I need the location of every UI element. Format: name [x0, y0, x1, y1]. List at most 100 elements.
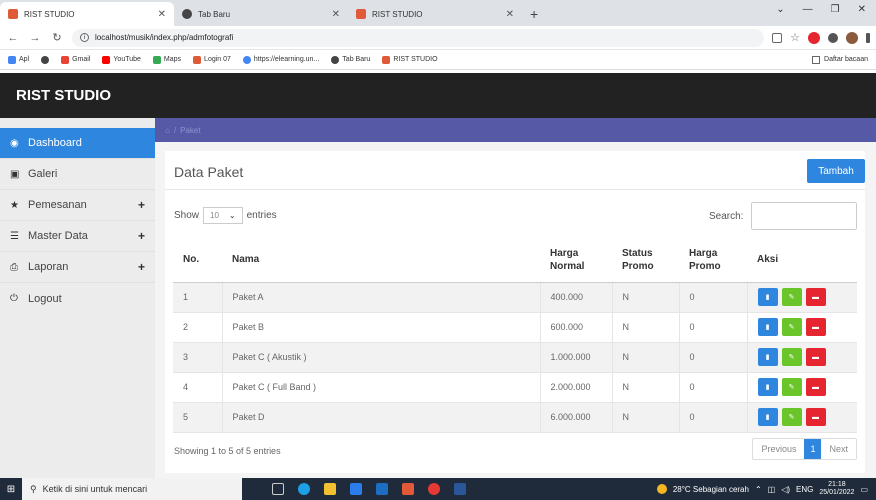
task-view-icon[interactable] [272, 483, 284, 495]
bookmark-login[interactable]: Login 07 [193, 55, 231, 64]
browser-tab-3[interactable]: RIST STUDIO ✕ [348, 2, 522, 26]
sidebar-item-master-data[interactable]: ☰ Master Data + [0, 221, 155, 252]
delete-button[interactable]: ▬ [805, 408, 826, 426]
next-button[interactable]: Next [821, 439, 856, 459]
edit-icon: ✎ [788, 354, 795, 361]
home-icon[interactable]: ⌂ [165, 126, 170, 135]
browser-tab-1[interactable]: RIST STUDIO ✕ [0, 2, 174, 26]
column-header-aksi[interactable]: Aksi [747, 238, 857, 283]
delete-button[interactable]: ▬ [805, 348, 826, 366]
column-header-no[interactable]: No. [173, 238, 222, 283]
profile-avatar-icon[interactable] [846, 31, 858, 44]
back-icon[interactable]: ← [6, 32, 20, 44]
edit-button[interactable]: ✎ [781, 408, 802, 426]
edit-icon: ✎ [788, 294, 795, 301]
delete-button[interactable]: ▬ [805, 378, 826, 396]
star-icon: ★ [10, 199, 19, 211]
close-tab-icon[interactable]: ✕ [506, 9, 514, 20]
column-header-nama[interactable]: Nama [222, 238, 540, 283]
edit-button[interactable]: ✎ [781, 348, 802, 366]
power-icon: ⏻ [10, 293, 18, 304]
menu-icon[interactable] [866, 32, 870, 43]
bookmark-tab-baru[interactable]: Tab Baru [331, 55, 370, 64]
chrome-icon[interactable] [428, 483, 440, 495]
xampp-icon[interactable] [402, 483, 414, 495]
sidebar-item-pemesanan[interactable]: ★ Pemesanan + [0, 190, 155, 221]
view-button[interactable]: ▮ [757, 318, 778, 336]
bookmark-gmail[interactable]: Gmail [61, 55, 90, 64]
reading-list[interactable]: Daftar bacaan [812, 55, 868, 64]
delete-button[interactable]: ▬ [805, 288, 826, 306]
bookmark-maps[interactable]: Maps [152, 55, 181, 64]
previous-button[interactable]: Previous [753, 439, 804, 459]
tab-title: RIST STUDIO [372, 9, 423, 19]
delete-button[interactable]: ▬ [805, 318, 826, 336]
reload-icon[interactable]: ↻ [50, 31, 64, 44]
browser-tab-strip: RIST STUDIO ✕ Tab Baru ✕ RIST STUDIO ✕ +… [0, 0, 876, 26]
add-button[interactable]: Tambah [807, 159, 865, 183]
browser-tab-2[interactable]: Tab Baru ✕ [174, 2, 348, 26]
extension-icon[interactable] [808, 31, 820, 44]
view-button[interactable]: ▮ [757, 288, 778, 306]
forward-icon[interactable]: → [28, 32, 42, 44]
close-window-icon[interactable]: ✕ [858, 4, 866, 15]
window-controls: ⌄ — ❐ ✕ [776, 4, 876, 15]
volume-icon[interactable]: ◁) [781, 485, 790, 494]
column-header-harga-promo[interactable]: Harga Promo [679, 238, 747, 283]
word-icon[interactable] [454, 483, 466, 495]
view-button[interactable]: ▮ [757, 378, 778, 396]
sidebar-item-laporan[interactable]: ⎙ Laporan + [0, 252, 155, 283]
page-1-button[interactable]: 1 [804, 439, 822, 459]
edit-button[interactable]: ✎ [781, 318, 802, 336]
taskbar-search[interactable]: ⚲ Ketik di sini untuk mencari [22, 478, 242, 500]
view-button[interactable]: ▮ [757, 408, 778, 426]
new-tab-button[interactable]: + [522, 6, 546, 26]
url-field[interactable]: i localhost/musik/index.php/admfotografi [72, 28, 765, 47]
column-header-harga-normal[interactable]: Harga Normal [540, 238, 612, 283]
column-header-status-promo[interactable]: Status Promo [612, 238, 679, 283]
entries-length-control: Show 10 ⌄ entries [174, 207, 277, 224]
entries-select[interactable]: 10 ⌄ [203, 207, 243, 224]
windows-start-icon[interactable]: ⊞ [0, 478, 22, 500]
close-tab-icon[interactable]: ✕ [332, 9, 340, 20]
puzzle-icon[interactable] [828, 32, 838, 43]
bookmark-youtube[interactable]: YouTube [102, 55, 141, 64]
weather-text[interactable]: 28°C Sebagian cerah [673, 485, 749, 494]
minimize-icon[interactable]: — [803, 4, 813, 15]
cell-harga-promo: 0 [679, 312, 748, 343]
restore-icon[interactable]: ❐ [831, 4, 840, 15]
share-icon[interactable] [772, 32, 783, 43]
search-input[interactable] [751, 202, 857, 230]
sidebar-item-dashboard[interactable]: ◉ Dashboard [0, 128, 155, 159]
chevron-up-icon[interactable]: ⌃ [755, 485, 762, 494]
sidebar-item-galeri[interactable]: ▣ Galeri [0, 159, 155, 190]
edge-icon[interactable] [298, 483, 310, 495]
bookmark-blank[interactable] [41, 55, 50, 64]
language-indicator[interactable]: ENG [796, 485, 813, 494]
file-explorer-icon[interactable] [324, 483, 336, 495]
brand-title[interactable]: RIST STUDIO [16, 87, 111, 104]
edit-button[interactable]: ✎ [781, 378, 802, 396]
close-tab-icon[interactable]: ✕ [158, 9, 166, 20]
bookmark-rist[interactable]: RIST STUDIO [382, 55, 438, 64]
bookmark-apps[interactable]: Apl [8, 55, 29, 64]
view-button[interactable]: ▮ [757, 348, 778, 366]
notifications-icon[interactable]: ▭ [860, 485, 868, 494]
entries-value: 10 [210, 211, 219, 220]
breadcrumb-separator: / [173, 125, 177, 135]
store-icon[interactable] [350, 483, 362, 495]
image-icon: ▣ [10, 168, 20, 180]
edit-button[interactable]: ✎ [781, 288, 802, 306]
bookmark-star-icon[interactable]: ☆ [790, 31, 800, 44]
cell-nama: Paket C ( Akustik ) [222, 342, 541, 373]
clock[interactable]: 21:18 25/01/2022 [819, 481, 854, 496]
network-icon[interactable]: ◫ [768, 485, 776, 494]
cell-harga-normal: 400.000 [540, 282, 613, 313]
rist-favicon-icon [193, 55, 202, 64]
sidebar-item-logout[interactable]: ⏻ Logout [0, 283, 155, 314]
tab-search-icon[interactable]: ⌄ [776, 4, 784, 15]
info-icon[interactable]: i [80, 33, 89, 42]
chevron-down-icon: ⌄ [228, 211, 236, 220]
bookmark-elearning[interactable]: https://elearning.un... [242, 55, 319, 64]
mail-icon[interactable] [376, 483, 388, 495]
